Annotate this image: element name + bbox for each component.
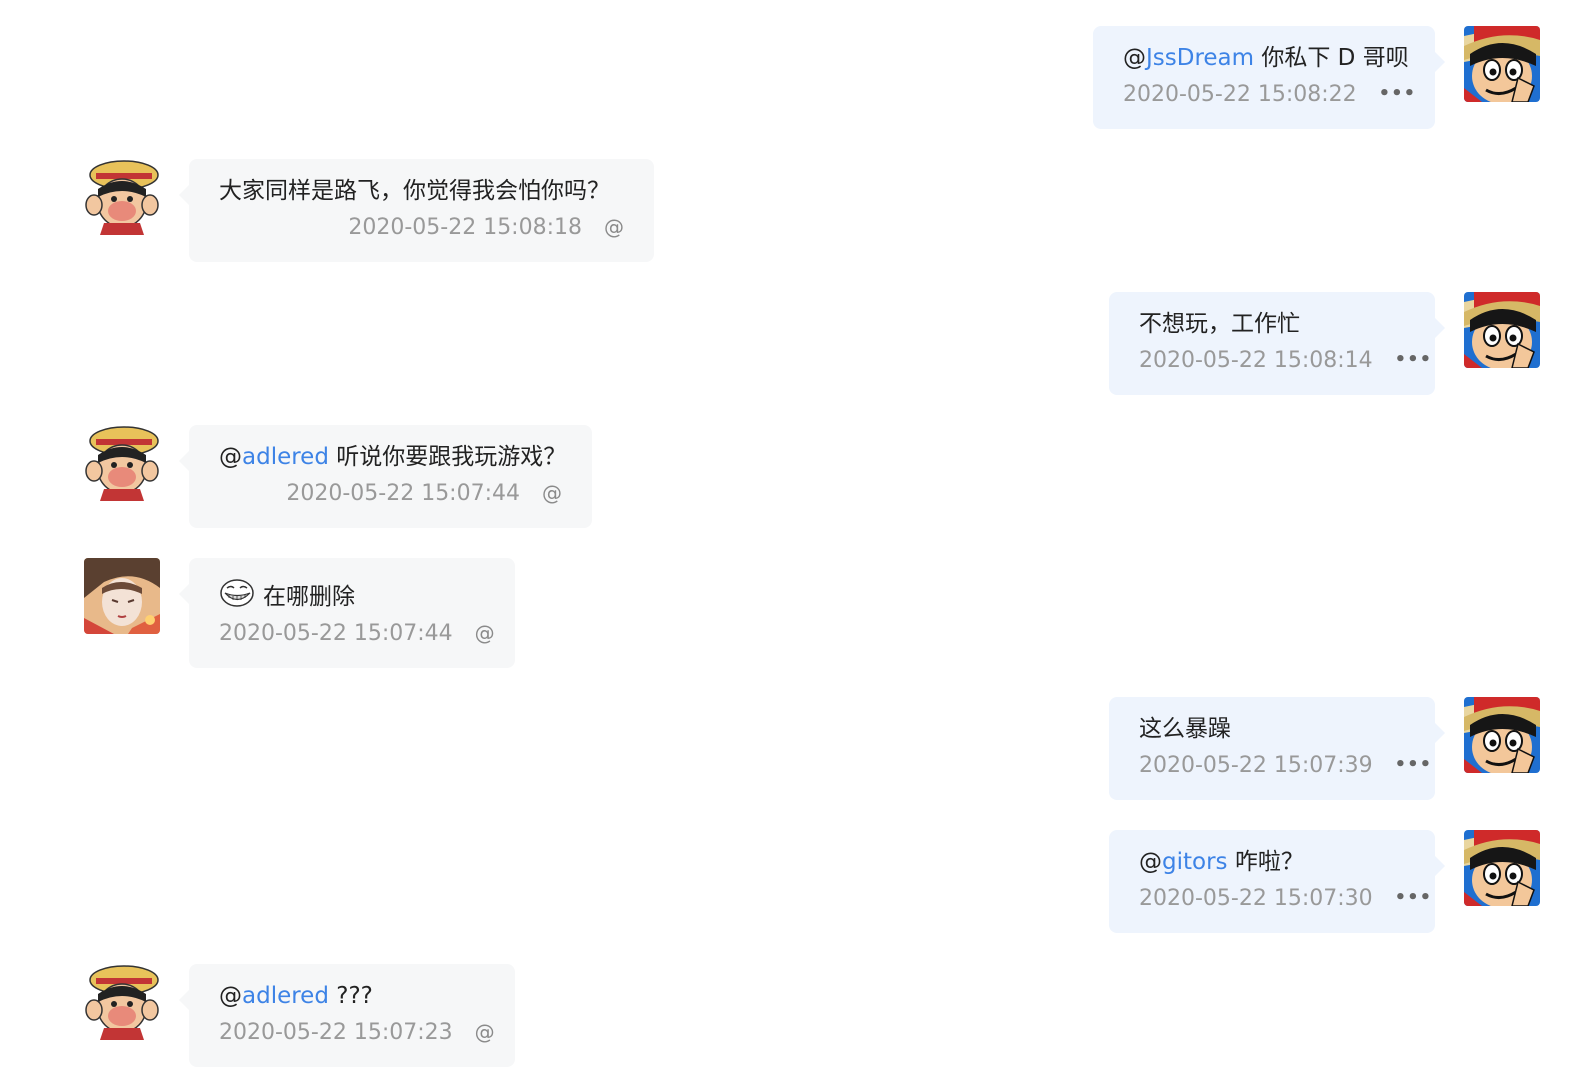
- message-content: 这么暴躁: [1139, 716, 1231, 742]
- message-bubble: 这么暴躁 2020-05-22 15:07:39 •••: [1109, 697, 1445, 800]
- message-meta: 2020-05-22 15:08:18 @: [219, 212, 624, 243]
- at-symbol: @: [1139, 849, 1162, 875]
- message-bubble: @adlered ??? 2020-05-22 15:07:23 @: [179, 964, 515, 1067]
- message-timestamp: 2020-05-22 15:07:30: [1139, 886, 1373, 911]
- mention-reply-button[interactable]: @: [604, 212, 624, 242]
- message-timestamp: 2020-05-22 15:07:44: [286, 481, 520, 506]
- at-symbol: @: [1123, 45, 1146, 71]
- more-dots-icon[interactable]: •••: [1395, 345, 1433, 375]
- luffy-puffed-cheeks-avatar[interactable]: [84, 964, 160, 1040]
- anime-character-avatar[interactable]: [84, 558, 160, 634]
- message-content: 在哪删除: [263, 584, 355, 610]
- message-content: 大家同样是路飞，你觉得我会怕你吗？: [219, 178, 610, 204]
- message-text: 不想玩，工作忙: [1139, 308, 1405, 340]
- message-meta: 2020-05-22 15:07:39 •••: [1139, 750, 1431, 781]
- trollface-emoji: [219, 578, 255, 608]
- message-meta: 2020-05-22 15:07:23 @: [219, 1017, 495, 1048]
- luffy-wink-avatar[interactable]: [1464, 292, 1540, 368]
- message-text: @adlered ???: [219, 980, 485, 1012]
- more-dots-icon[interactable]: •••: [1379, 79, 1417, 109]
- message-content: 听说你要跟我玩游戏？: [328, 444, 567, 470]
- message-text: 在哪删除: [219, 578, 485, 613]
- mention-reply-button[interactable]: @: [475, 618, 495, 648]
- message-text: @adlered 听说你要跟我玩游戏？: [219, 441, 566, 473]
- chat-message-list: @JssDream 你私下 D 哥呗 2020-05-22 15:08:22 ••…: [0, 0, 1578, 1078]
- message-meta: 2020-05-22 15:08:22 •••: [1123, 79, 1415, 110]
- luffy-puffed-cheeks-avatar[interactable]: [84, 425, 160, 501]
- at-symbol: @: [219, 444, 242, 470]
- at-symbol: @: [219, 983, 242, 1009]
- mention-reply-button[interactable]: @: [475, 1017, 495, 1047]
- message-bubble: 不想玩，工作忙 2020-05-22 15:08:14 •••: [1109, 292, 1445, 395]
- message-timestamp: 2020-05-22 15:07:39: [1139, 753, 1373, 778]
- message-meta: 2020-05-22 15:08:14 •••: [1139, 345, 1431, 376]
- mention-link[interactable]: adlered: [242, 983, 329, 1009]
- message-text: 这么暴躁: [1139, 713, 1405, 745]
- message-timestamp: 2020-05-22 15:07:23: [219, 1020, 453, 1045]
- message-timestamp: 2020-05-22 15:08:22: [1123, 82, 1357, 107]
- message-bubble: 在哪删除 2020-05-22 15:07:44 @: [179, 558, 515, 668]
- luffy-wink-avatar[interactable]: [1464, 697, 1540, 773]
- more-dots-icon[interactable]: •••: [1395, 750, 1433, 780]
- message-bubble: @JssDream 你私下 D 哥呗 2020-05-22 15:08:22 ••…: [1093, 26, 1445, 129]
- message-timestamp: 2020-05-22 15:07:44: [219, 621, 453, 646]
- message-text: 大家同样是路飞，你觉得我会怕你吗？: [219, 175, 624, 207]
- mention-link[interactable]: adlered: [242, 444, 329, 470]
- more-dots-icon[interactable]: •••: [1395, 883, 1433, 913]
- message-meta: 2020-05-22 15:07:30 •••: [1139, 883, 1431, 914]
- luffy-puffed-cheeks-avatar[interactable]: [84, 159, 160, 235]
- message-content: 不想玩，工作忙: [1139, 311, 1300, 337]
- message-content: 你私下 D 哥呗: [1254, 45, 1409, 71]
- mention-link[interactable]: JssDream: [1146, 45, 1254, 71]
- message-bubble: 大家同样是路飞，你觉得我会怕你吗？ 2020-05-22 15:08:18 @: [179, 159, 654, 262]
- message-timestamp: 2020-05-22 15:08:14: [1139, 348, 1373, 373]
- message-timestamp: 2020-05-22 15:08:18: [348, 215, 582, 240]
- message-text: @JssDream 你私下 D 哥呗: [1123, 42, 1409, 74]
- mention-link[interactable]: gitors: [1162, 849, 1228, 875]
- message-meta: 2020-05-22 15:07:44 @: [219, 478, 562, 509]
- message-text: @gitors 咋啦？: [1139, 846, 1405, 878]
- message-content: 咋啦？: [1227, 849, 1304, 875]
- message-meta: 2020-05-22 15:07:44 @: [219, 618, 495, 649]
- message-bubble: @adlered 听说你要跟我玩游戏？ 2020-05-22 15:07:44 @: [179, 425, 592, 528]
- message-content: ???: [328, 983, 373, 1009]
- luffy-wink-avatar[interactable]: [1464, 26, 1540, 102]
- message-bubble: @gitors 咋啦？ 2020-05-22 15:07:30 •••: [1109, 830, 1445, 933]
- luffy-wink-avatar[interactable]: [1464, 830, 1540, 906]
- mention-reply-button[interactable]: @: [542, 478, 562, 508]
